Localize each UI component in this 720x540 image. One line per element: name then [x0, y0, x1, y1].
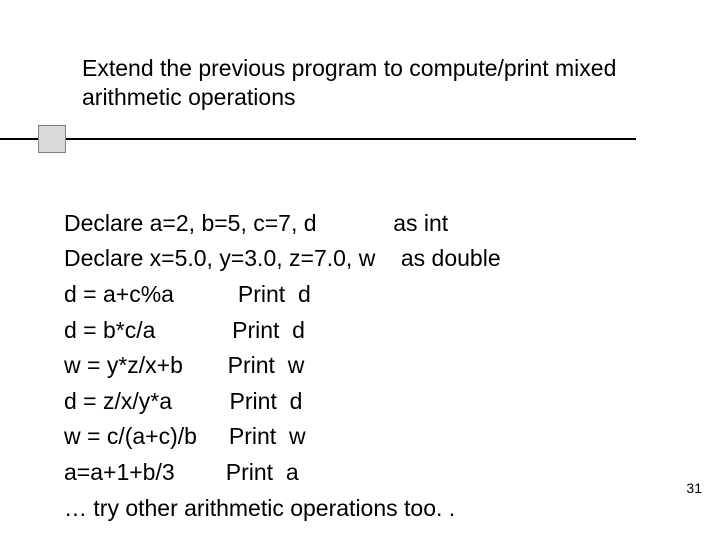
- content-line: d = z/x/y*a Print d: [64, 388, 302, 414]
- slide: Extend the previous program to compute/p…: [0, 0, 720, 540]
- content-line: Declare x=5.0, y=3.0, z=7.0, w as double: [64, 245, 501, 271]
- accent-square: [38, 125, 66, 153]
- title-block: Extend the previous program to compute/p…: [82, 54, 642, 112]
- content-line: a=a+1+b/3 Print a: [64, 459, 299, 485]
- content-line: d = b*c/a Print d: [64, 317, 305, 343]
- title-underline: [0, 138, 636, 140]
- content-block: Declare a=2, b=5, c=7, d as int Declare …: [64, 170, 501, 526]
- page-number: 31: [686, 480, 702, 496]
- content-line: d = a+c%a Print d: [64, 281, 311, 307]
- content-line: Declare a=2, b=5, c=7, d as int: [64, 210, 448, 236]
- content-line: … try other arithmetic operations too. .: [64, 495, 455, 521]
- slide-title: Extend the previous program to compute/p…: [82, 54, 642, 112]
- content-line: w = y*z/x+b Print w: [64, 352, 304, 378]
- content-line: w = c/(a+c)/b Print w: [64, 423, 306, 449]
